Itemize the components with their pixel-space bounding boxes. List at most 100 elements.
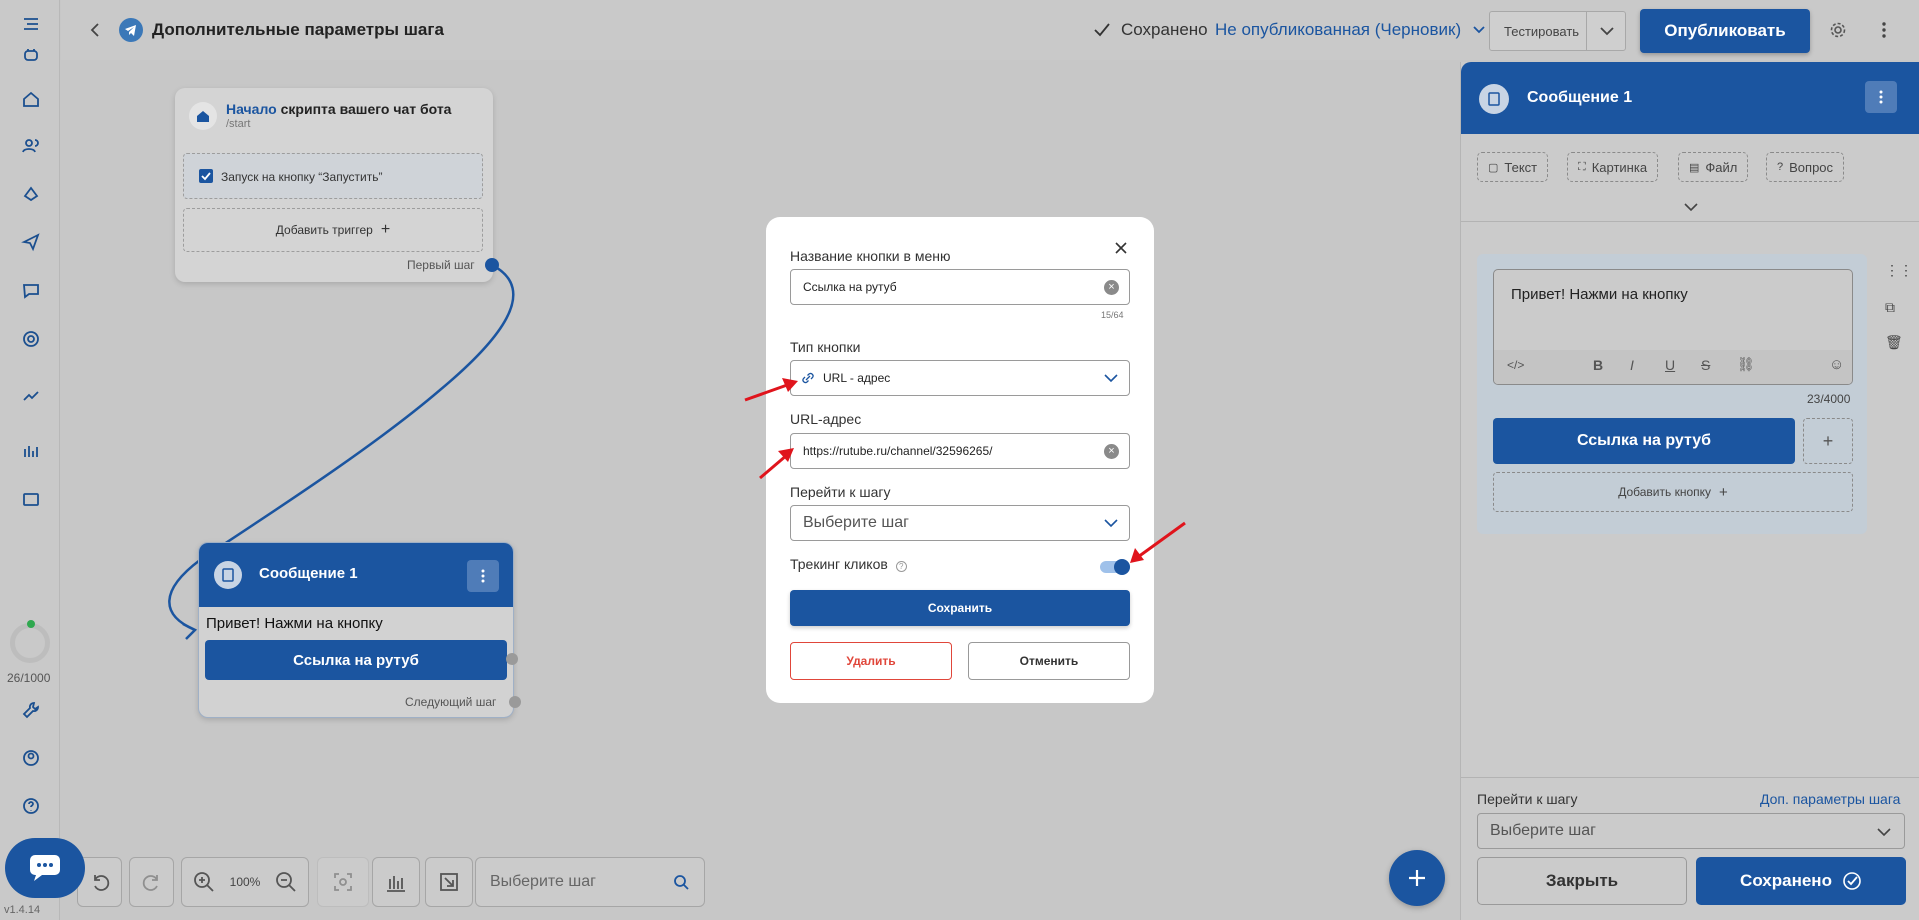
- chevron-down-icon: [1683, 202, 1698, 211]
- url-label: URL-адрес: [790, 411, 862, 427]
- button-settings-modal: Название кнопки в меню Ссылка на рутуб ×…: [766, 217, 1154, 703]
- clear-icon[interactable]: ×: [1104, 280, 1119, 295]
- copy-icon[interactable]: ⧉: [1885, 299, 1895, 316]
- zoom-level: 100%: [229, 875, 261, 889]
- message-editor-block: Привет! Нажми на кнопку </> B I U S ⛓ ☺ …: [1477, 254, 1867, 534]
- goto-step-placeholder: Выберите шаг: [1490, 822, 1596, 839]
- button-name-label: Название кнопки в меню: [790, 248, 951, 264]
- export-button[interactable]: [425, 857, 473, 907]
- button-type-select[interactable]: URL - адрес: [790, 360, 1130, 396]
- extra-params-link[interactable]: Доп. параметры шага: [1760, 791, 1900, 807]
- underline-icon[interactable]: U: [1665, 357, 1675, 373]
- close-icon[interactable]: [1113, 240, 1129, 256]
- delete-button[interactable]: Удалить: [790, 642, 952, 680]
- url-value: https://rutube.ru/channel/32596265/: [803, 444, 993, 458]
- add-step-button[interactable]: [1389, 850, 1445, 906]
- more-vertical-icon[interactable]: [467, 560, 499, 592]
- chevron-down-icon: [1104, 519, 1118, 528]
- question-icon: ?: [1777, 161, 1784, 173]
- saved-button-label: Сохранено: [1740, 871, 1832, 890]
- goto-step-select[interactable]: Выберите шаг: [1477, 813, 1905, 849]
- chip-text[interactable]: ▢ Текст: [1477, 152, 1549, 182]
- message-button[interactable]: Ссылка на рутуб: [1493, 418, 1795, 464]
- code-icon[interactable]: </>: [1507, 358, 1524, 372]
- redo-button[interactable]: [129, 857, 174, 907]
- tracking-toggle[interactable]: [1100, 559, 1130, 575]
- add-trigger-button[interactable]: Добавить триггер +: [183, 208, 483, 252]
- url-input[interactable]: https://rutube.ru/channel/32596265/ ×: [790, 433, 1130, 469]
- add-trigger-label: Добавить триггер: [275, 223, 373, 237]
- export-icon: [440, 873, 458, 891]
- step-search[interactable]: Выберите шаг: [475, 857, 705, 907]
- zoom-out-icon[interactable]: [274, 870, 298, 894]
- info-icon: ?: [895, 561, 907, 572]
- text-icon: ▢: [1488, 161, 1499, 174]
- cancel-button[interactable]: Отменить: [968, 642, 1130, 680]
- tracking-label-text: Трекинг кликов: [790, 556, 888, 572]
- trigger-item[interactable]: Запуск на кнопку “Запустить”: [183, 153, 483, 199]
- first-step-port[interactable]: [485, 258, 499, 272]
- button-name-input[interactable]: Ссылка на рутуб ×: [790, 269, 1130, 305]
- zoom-in-icon[interactable]: [192, 870, 216, 894]
- step-search-placeholder: Выберите шаг: [490, 873, 596, 890]
- message-node-header: Сообщение 1: [199, 543, 513, 607]
- chip-question-label: Вопрос: [1789, 159, 1834, 175]
- file-icon: ▤: [1689, 161, 1700, 174]
- bold-icon[interactable]: B: [1593, 357, 1603, 373]
- chat-support-button[interactable]: [5, 838, 85, 898]
- link-icon[interactable]: ⛓: [1737, 356, 1755, 373]
- chat-bubble-icon: [30, 855, 60, 881]
- button-port[interactable]: [506, 653, 518, 665]
- start-node-title-accent: Начало: [226, 101, 277, 117]
- emoji-icon[interactable]: ☺: [1829, 356, 1844, 373]
- strikethrough-icon[interactable]: S: [1701, 357, 1710, 373]
- start-node[interactable]: Начало скрипта вашего чат бота /start За…: [175, 88, 499, 282]
- chip-question[interactable]: ? Вопрос: [1766, 152, 1845, 182]
- message-textarea-text: Привет! Нажми на кнопку: [1511, 286, 1688, 303]
- more-vertical-icon[interactable]: [1865, 81, 1897, 113]
- save-button[interactable]: Сохранить: [790, 590, 1130, 626]
- format-toolbar: </> B I U S ⛓ ☺: [1494, 350, 1852, 384]
- button-type-value: URL - адрес: [823, 371, 891, 385]
- chevron-down-icon: [1104, 374, 1118, 383]
- message-node-title: Сообщение 1: [259, 565, 358, 582]
- close-button[interactable]: Закрыть: [1477, 857, 1687, 905]
- add-button-label: Добавить кнопку: [1618, 485, 1712, 499]
- plus-icon: +: [380, 221, 391, 238]
- message-textarea[interactable]: Привет! Нажми на кнопку </> B I U S ⛓ ☺: [1493, 269, 1853, 385]
- message-icon: [1479, 84, 1509, 114]
- next-step-port[interactable]: [509, 696, 521, 708]
- message-icon: [214, 561, 242, 589]
- plus-icon: +: [1719, 483, 1728, 501]
- chip-image-label: Картинка: [1591, 159, 1648, 175]
- add-button[interactable]: Добавить кнопку +: [1493, 472, 1853, 512]
- button-name-counter: 15/64: [1101, 310, 1124, 320]
- message-node-button[interactable]: Ссылка на рутуб: [205, 640, 507, 680]
- goto-step-select[interactable]: Выберите шаг: [790, 505, 1130, 541]
- search-icon: [674, 875, 689, 890]
- redo-icon: [142, 875, 158, 891]
- right-panel-header: Сообщение 1: [1461, 62, 1919, 134]
- tracking-label: Трекинг кликов ?: [790, 556, 907, 572]
- drag-handle-icon[interactable]: ⋮⋮: [1885, 262, 1913, 279]
- plus-icon: [1409, 870, 1425, 886]
- link-icon: [802, 372, 814, 384]
- toggle-knob: [1114, 559, 1130, 575]
- add-inline-button[interactable]: +: [1803, 418, 1853, 464]
- chip-file[interactable]: ▤ Файл: [1678, 152, 1749, 182]
- italic-icon[interactable]: I: [1630, 357, 1634, 373]
- chip-text-label: Текст: [1504, 159, 1538, 175]
- fit-view-button[interactable]: [317, 857, 369, 907]
- clear-icon[interactable]: ×: [1104, 444, 1119, 459]
- trash-icon[interactable]: 🗑: [1885, 334, 1903, 351]
- chevron-down-icon: [1877, 828, 1891, 837]
- goto-step-label: Перейти к шагу: [1477, 791, 1578, 807]
- stats-button[interactable]: [372, 857, 420, 907]
- saved-button[interactable]: Сохранено: [1696, 857, 1906, 905]
- message-node[interactable]: Сообщение 1 Привет! Нажми на кнопку Ссыл…: [198, 542, 521, 718]
- expand-chips[interactable]: [1461, 192, 1919, 222]
- start-node-title: Начало скрипта вашего чат бота: [226, 101, 451, 117]
- chip-image[interactable]: ⛶ Картинка: [1567, 152, 1659, 182]
- start-node-title-rest: скрипта вашего чат бота: [276, 101, 452, 117]
- checkbox-icon[interactable]: [199, 169, 213, 183]
